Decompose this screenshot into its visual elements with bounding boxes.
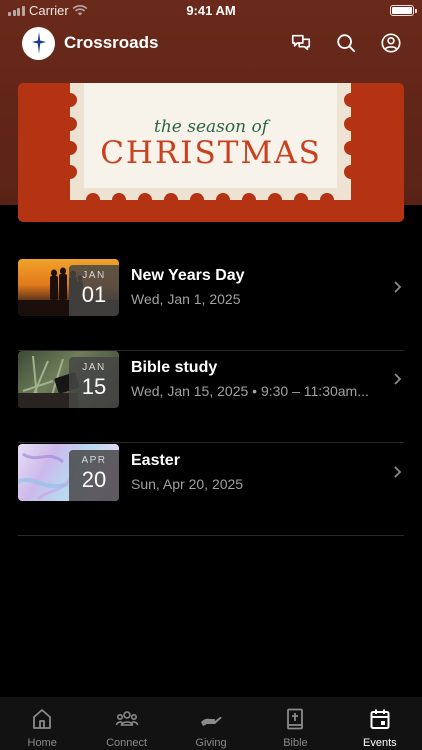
bible-icon [287,708,304,730]
event-title: New Years Day [131,267,245,284]
giving-hand-icon [201,716,222,726]
event-day: 15 [81,374,107,399]
event-subtitle: Sun, Apr 20, 2025 [131,476,244,492]
chevron-right-icon [394,466,402,478]
tab-events[interactable]: Events [338,697,422,750]
tab-label: Events [363,737,397,749]
event-thumbnail: JAN 01 [18,259,119,316]
event-row[interactable]: APR 20 Easter Sun, Apr 20, 2025 [18,444,404,536]
tab-label: Bible [283,737,308,749]
event-day: 20 [81,467,107,492]
status-bar: Carrier 9:41 AM [0,0,422,22]
tab-home[interactable]: Home [0,697,84,750]
chevron-right-icon [394,373,402,385]
tab-label: Home [27,737,57,749]
tab-bible[interactable]: Bible [253,697,337,750]
event-thumbnail: APR 20 [18,444,119,501]
battery-icon [390,5,417,16]
banner-subtitle: the season of [153,117,268,137]
event-month: JAN [82,270,106,281]
calendar-icon [370,709,390,729]
chat-icon[interactable] [290,32,312,54]
search-icon[interactable] [335,32,357,54]
event-subtitle: Wed, Jan 1, 2025 [131,291,241,307]
app-header: Crossroads [22,26,402,60]
app-title: Crossroads [64,33,159,52]
event-title: Bible study [131,359,218,376]
tab-connect[interactable]: Connect [84,697,168,750]
event-date-badge: APR 20 [69,450,119,501]
tab-label: Giving [195,737,227,749]
event-month: JAN [82,362,106,373]
event-month: APR [81,455,107,466]
banner-title: CHRISTMAS [100,135,322,171]
event-day: 01 [81,282,107,307]
event-thumbnail: JAN 15 [18,351,119,408]
logo-cross-icon[interactable] [22,26,55,60]
tab-label: Connect [106,737,148,749]
event-date-badge: JAN 01 [69,265,119,316]
christmas-banner[interactable]: the season of CHRISTMAS [18,83,404,222]
event-row[interactable]: JAN 15 Bible study Wed, Jan 15, 2025 • 9… [18,351,404,443]
event-subtitle: Wed, Jan 15, 2025 • 9:30 – 11:30am... [131,383,369,399]
event-row[interactable]: JAN 01 New Years Day Wed, Jan 1, 2025 [18,259,404,351]
profile-icon[interactable] [380,32,402,54]
event-date-badge: JAN 15 [69,357,119,408]
tab-giving[interactable]: Giving [169,697,253,750]
people-icon [115,711,138,726]
status-time: 9:41 AM [186,3,236,18]
event-title: Easter [131,452,180,469]
home-icon [33,709,52,729]
tab-bar: Home Connect Giving Bible Events [0,697,422,750]
chevron-right-icon [394,281,402,293]
